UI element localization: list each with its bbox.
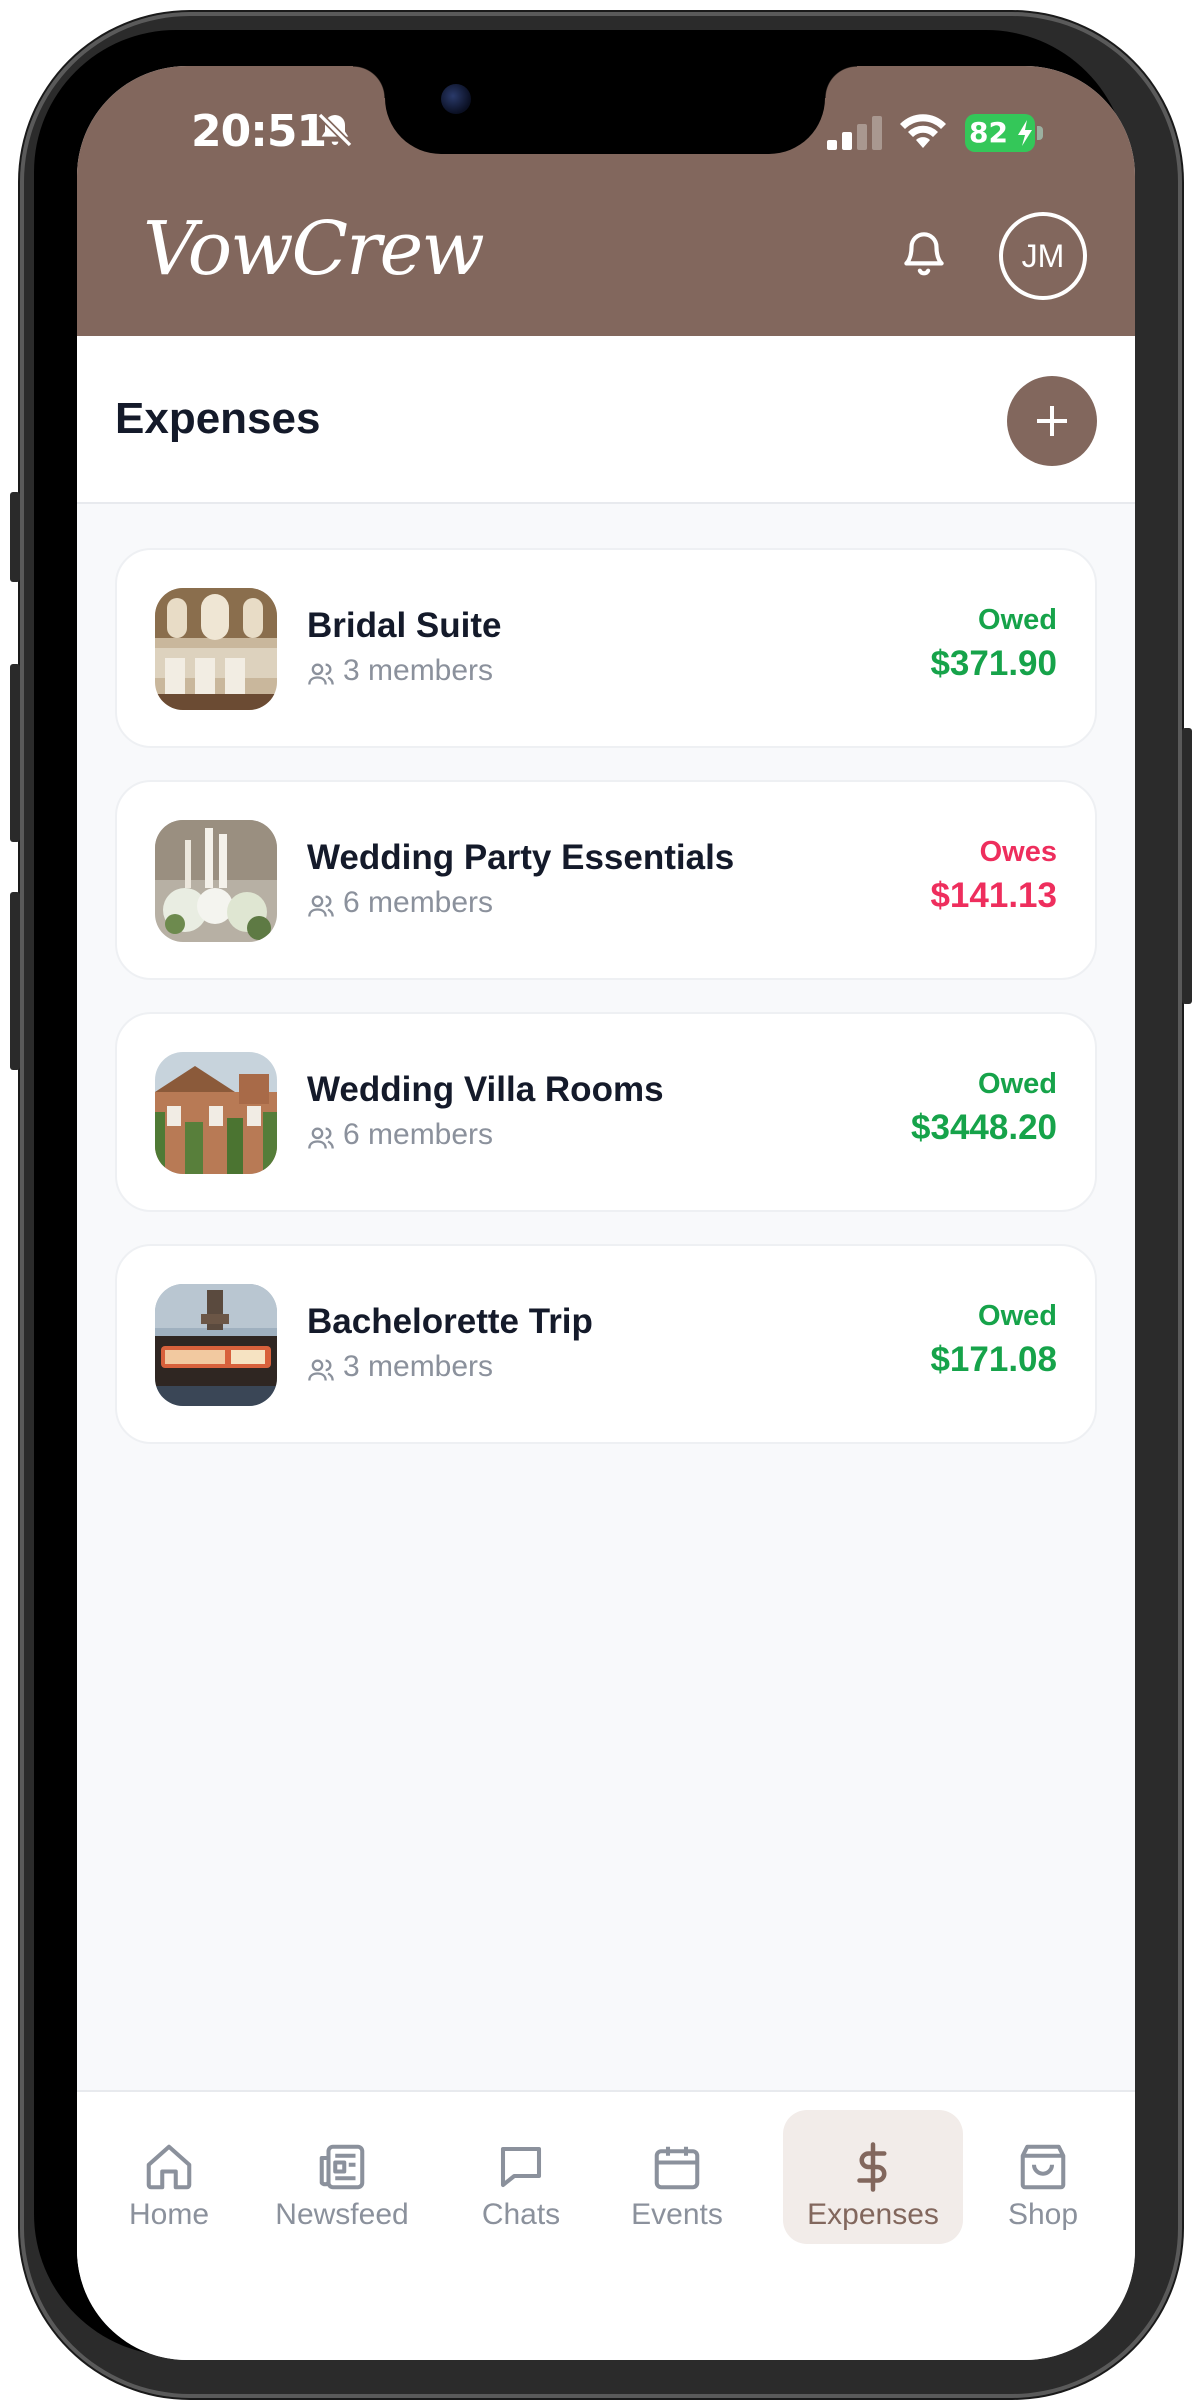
expense-members: 6 members: [307, 886, 493, 920]
expense-list: Bridal Suite 3 members Owed $371.90 Wedd…: [115, 548, 1097, 1476]
nav-label: Home: [128, 2198, 210, 2231]
expense-card-bridal-suite[interactable]: Bridal Suite 3 members Owed $371.90: [115, 548, 1097, 748]
battery-indicator: 82: [965, 114, 1043, 152]
wedding-party-image: [155, 820, 277, 942]
expense-status: Owes: [979, 836, 1057, 868]
notifications-bell-icon[interactable]: [899, 226, 949, 280]
user-avatar[interactable]: JM: [999, 212, 1087, 300]
volume-up-button: [10, 664, 20, 842]
nav-label: Events: [631, 2198, 723, 2231]
expense-card-wedding-villa-rooms[interactable]: Wedding Villa Rooms 6 members Owed $3448…: [115, 1012, 1097, 1212]
calendar-icon: [654, 2146, 700, 2190]
charging-bolt-icon: [1018, 120, 1032, 146]
nav-label: Expenses: [807, 2198, 939, 2231]
expense-thumbnail: [155, 588, 277, 710]
expense-thumbnail: [155, 1052, 277, 1174]
front-camera: [441, 84, 471, 114]
app-header: 20:51 82 VowCrew JM: [77, 66, 1135, 336]
add-expense-button[interactable]: [1007, 376, 1097, 466]
users-icon: [308, 1127, 334, 1149]
page-title: Expenses: [115, 394, 321, 443]
expense-amount: $171.08: [930, 1340, 1057, 1379]
expense-name: Wedding Party Essentials: [307, 838, 735, 877]
wedding-villa-image: [155, 1052, 277, 1174]
expense-card-bachelorette-trip[interactable]: Bachelorette Trip 3 members Owed $171.08: [115, 1244, 1097, 1444]
bridal-suite-image: [155, 588, 277, 710]
dollar-icon: [857, 2142, 887, 2192]
app-logo[interactable]: VowCrew: [143, 206, 485, 292]
expense-status: Owed: [978, 1300, 1057, 1332]
users-icon: [308, 1359, 334, 1381]
members-count: 3 members: [343, 1350, 494, 1383]
expense-thumbnail: [155, 1284, 277, 1406]
mute-switch: [10, 492, 20, 582]
bell-muted-icon: [317, 112, 353, 148]
nav-item-expenses[interactable]: Expenses: [783, 2110, 963, 2244]
expense-name: Bridal Suite: [307, 606, 502, 645]
home-icon: [146, 2144, 192, 2190]
bachelorette-trip-image: [155, 1284, 277, 1406]
expense-name: Bachelorette Trip: [307, 1302, 593, 1341]
volume-down-button: [10, 892, 20, 1070]
members-count: 6 members: [343, 886, 494, 919]
expense-status: Owed: [978, 1068, 1057, 1100]
users-icon: [308, 663, 334, 685]
expense-amount: $141.13: [930, 876, 1057, 915]
expense-amount: $3448.20: [911, 1108, 1057, 1147]
nav-item-newsfeed[interactable]: Newsfeed: [257, 2110, 427, 2244]
expense-members: 3 members: [307, 1350, 493, 1384]
members-count: 3 members: [343, 654, 494, 687]
bottom-navigation: Home Newsfeed Chats Events Expenses Shop: [77, 2090, 1135, 2360]
cellular-signal-icon: [827, 116, 882, 150]
nav-item-shop[interactable]: Shop: [973, 2110, 1113, 2244]
page-title-bar: Expenses: [77, 336, 1135, 504]
expense-status: Owed: [978, 604, 1057, 636]
expense-card-wedding-party-essentials[interactable]: Wedding Party Essentials 6 members Owes …: [115, 780, 1097, 980]
expense-thumbnail: [155, 820, 277, 942]
members-count: 6 members: [343, 1118, 494, 1151]
app-screen: 20:51 82 VowCrew JM Expenses Bridal Suit…: [77, 66, 1135, 2360]
status-time: 20:51: [191, 106, 327, 157]
nav-item-events[interactable]: Events: [607, 2110, 747, 2244]
shopping-bag-icon: [1020, 2144, 1066, 2190]
battery-tip: [1037, 126, 1043, 140]
expense-members: 6 members: [307, 1118, 493, 1152]
nav-label: Shop: [1007, 2198, 1079, 2231]
newspaper-icon: [319, 2144, 365, 2190]
expense-amount: $371.90: [930, 644, 1057, 683]
nav-label: Newsfeed: [275, 2198, 409, 2231]
power-button: [1182, 728, 1192, 1004]
wifi-icon: [900, 114, 946, 148]
expense-name: Wedding Villa Rooms: [307, 1070, 664, 1109]
nav-item-home[interactable]: Home: [99, 2110, 239, 2244]
expense-members: 3 members: [307, 654, 493, 688]
users-icon: [308, 895, 334, 917]
chat-icon: [500, 2146, 542, 2188]
nav-item-chats[interactable]: Chats: [451, 2110, 591, 2244]
nav-label: Chats: [481, 2198, 561, 2231]
